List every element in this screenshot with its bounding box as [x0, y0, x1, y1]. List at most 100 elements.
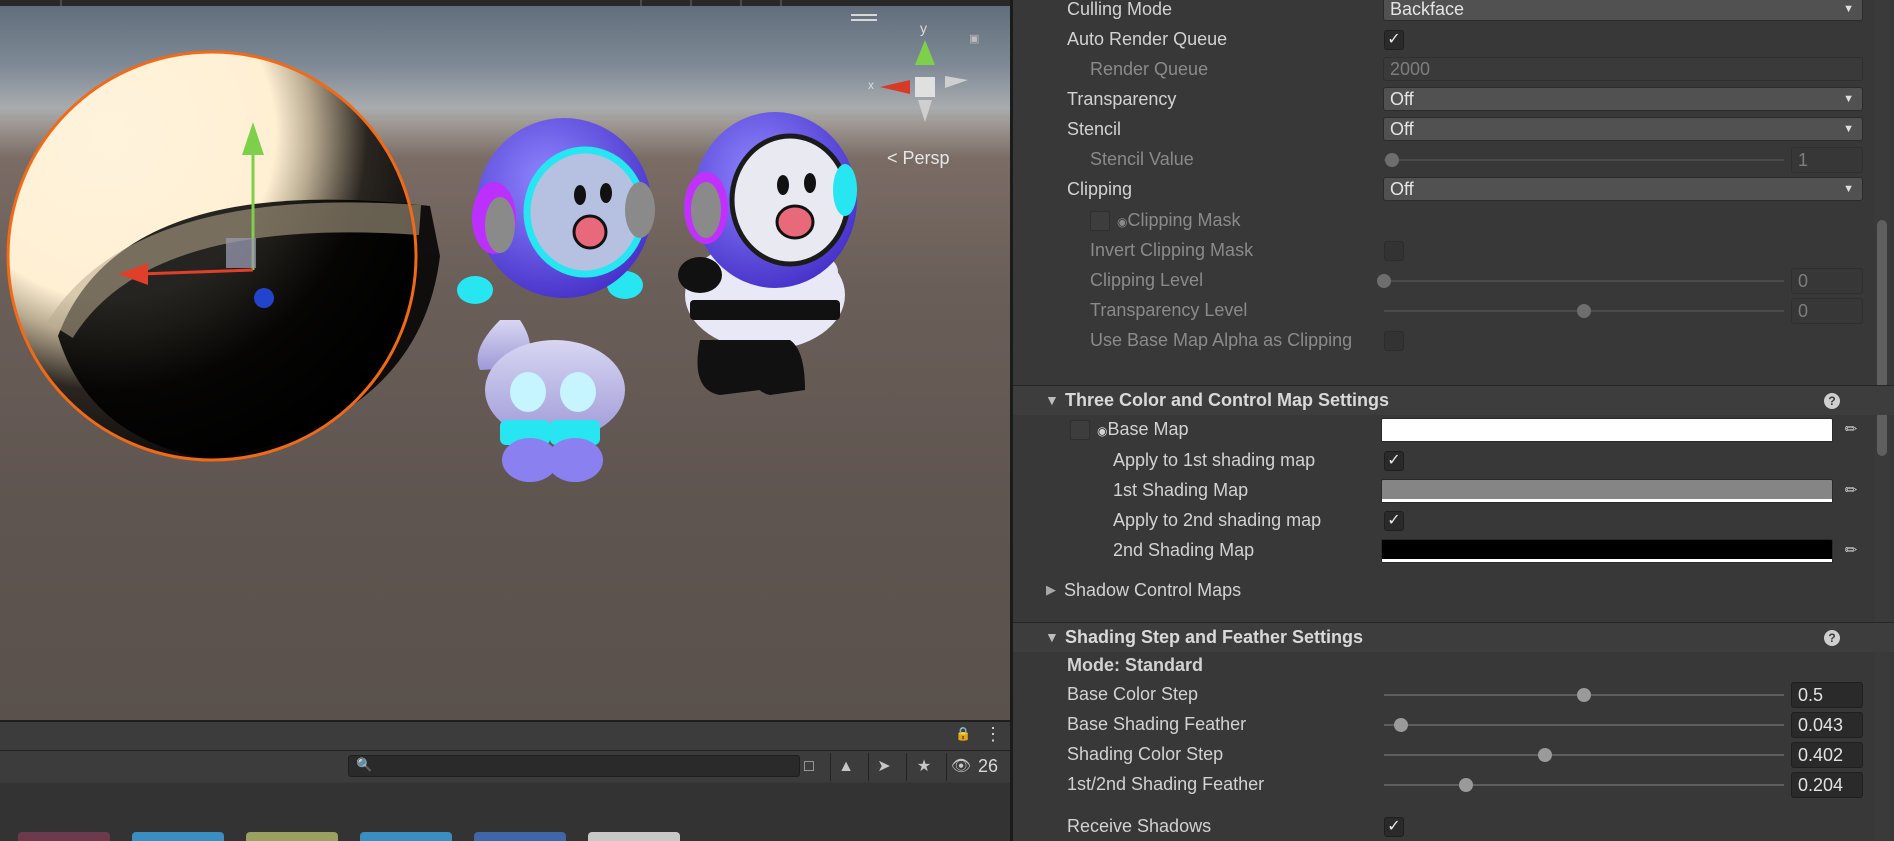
clipping-level-slider [1377, 274, 1784, 288]
hidden-packages-eye-icon[interactable]: 👁 [950, 755, 972, 779]
mode-row: Mode: Standard [1013, 651, 1873, 681]
shading-feather-12-label: 1st/2nd Shading Feather [1067, 774, 1265, 794]
clipping-dropdown[interactable]: Off ▼ [1383, 177, 1863, 201]
culling-mode-dropdown[interactable]: Backface ▼ [1383, 0, 1863, 21]
transparency-dropdown[interactable]: Off ▼ [1383, 87, 1863, 111]
section-title: Three Color and Control Map Settings [1065, 390, 1390, 410]
eyedropper-icon[interactable]: ✏ [1839, 480, 1863, 502]
selected-sphere[interactable] [6, 50, 440, 462]
three-color-section-header[interactable]: ▼ Three Color and Control Map Settings ? [1013, 385, 1894, 415]
render-queue-row: Render Queue 2000 [1013, 55, 1873, 85]
stencil-value: Off [1390, 119, 1414, 139]
shading-color-step-slider[interactable] [1384, 748, 1784, 762]
render-queue-value: 2000 [1390, 59, 1431, 79]
overlay-menu-icon[interactable] [851, 14, 877, 24]
search-input[interactable]: 🔍 [348, 755, 800, 777]
slider-knob[interactable] [1385, 153, 1399, 167]
alpha-bar [1382, 438, 1832, 441]
slider-knob[interactable] [1537, 748, 1552, 762]
help-icon[interactable]: ? [1824, 630, 1840, 646]
stencil-value-field: 1 [1791, 147, 1863, 173]
base-map-texture-slot[interactable] [1070, 420, 1090, 440]
more-options-icon[interactable]: ⋮ [984, 724, 1002, 745]
receive-shadows-checkbox[interactable]: ✓ [1384, 817, 1404, 837]
asset-thumbnail[interactable] [360, 832, 452, 841]
character-right[interactable] [678, 112, 857, 395]
projection-label: Persp [902, 148, 950, 168]
favorite-star-icon[interactable]: ★ [910, 755, 938, 779]
checkmark-icon: ✓ [1387, 818, 1401, 835]
asset-thumbnail[interactable] [588, 832, 680, 841]
apply-1st-checkbox[interactable]: ✓ [1384, 451, 1404, 471]
stencil-row: Stencil Off ▼ [1013, 115, 1873, 145]
base-shading-feather-label: Base Shading Feather [1067, 714, 1247, 734]
second-shading-map-row: 2nd Shading Map ✏ [1013, 536, 1873, 566]
render-queue-field: 2000 [1383, 57, 1863, 81]
transparency-level-slider [1384, 304, 1784, 318]
asset-thumbnail[interactable] [246, 832, 338, 841]
auto-render-queue-checkbox[interactable]: ✓ [1384, 30, 1404, 50]
use-base-map-alpha-label: Use Base Map Alpha as Clipping [1090, 330, 1353, 350]
first-shading-color-field[interactable] [1381, 479, 1833, 503]
first-shading-map-row: 1st Shading Map ✏ [1013, 476, 1873, 506]
base-color-step-field[interactable]: 0.5 [1791, 682, 1863, 708]
help-icon[interactable]: ? [1824, 393, 1840, 409]
object-picker-icon[interactable]: ◉ [1097, 424, 1107, 438]
search-options-icon[interactable]: □ [795, 755, 823, 779]
checkmark-icon: ✓ [1387, 512, 1401, 529]
shading-feather-12-slider[interactable] [1384, 778, 1784, 792]
transparency-level-row: Transparency Level 0 [1013, 296, 1873, 326]
shadow-control-maps-foldout[interactable]: ▶ Shadow Control Maps [1013, 576, 1873, 606]
base-map-row: ◉Base Map ✏ [1013, 415, 1873, 445]
clipping-level-row: Clipping Level 0 [1013, 266, 1873, 296]
slider-knob [1577, 304, 1591, 318]
eyedropper-icon[interactable]: ✏ [1839, 540, 1863, 562]
apply-2nd-checkbox[interactable]: ✓ [1384, 511, 1404, 531]
culling-mode-label: Culling Mode [1067, 0, 1173, 19]
shading-color-step-label: Shading Color Step [1067, 744, 1224, 764]
base-shading-feather-slider[interactable] [1384, 718, 1784, 732]
slider-knob[interactable] [1394, 718, 1409, 732]
base-map-color-field[interactable] [1381, 418, 1833, 442]
lock-icon[interactable]: 🔒 [955, 726, 971, 742]
eyedropper-icon[interactable]: ✏ [1839, 419, 1863, 441]
base-map-text: Base Map [1107, 419, 1189, 439]
chevron-down-icon: ▼ [1843, 123, 1854, 135]
shading-feather-12-number: 0.204 [1798, 775, 1844, 795]
base-color-step-row: Base Color Step 0.5 [1013, 680, 1873, 710]
asset-thumbnail[interactable] [132, 832, 224, 841]
gizmo-lock-icon[interactable]: ▣ [969, 32, 981, 45]
slider-knob[interactable] [1458, 778, 1473, 792]
character-left[interactable] [457, 118, 655, 482]
invert-clipping-mask-row: Invert Clipping Mask [1013, 236, 1873, 266]
second-shading-color-field[interactable] [1381, 539, 1833, 563]
shading-color-step-field[interactable]: 0.402 [1791, 742, 1863, 768]
asset-thumbnail[interactable] [18, 832, 110, 841]
project-panel-header: 🔒 ⋮ [0, 720, 1010, 750]
hidden-packages-count: 26 [978, 756, 999, 776]
first-shading-map-label: 1st Shading Map [1113, 480, 1249, 500]
transparency-row: Transparency Off ▼ [1013, 85, 1873, 115]
shadow-control-maps-label: Shadow Control Maps [1064, 580, 1242, 600]
slider-knob[interactable] [1577, 688, 1591, 702]
shading-feather-12-field[interactable]: 0.204 [1791, 772, 1863, 798]
inspector-scrollbar-thumb[interactable] [1877, 220, 1887, 456]
stencil-dropdown[interactable]: Off ▼ [1383, 117, 1863, 141]
base-shading-feather-field[interactable]: 0.043 [1791, 712, 1863, 738]
stencil-value-number: 1 [1798, 150, 1809, 170]
scene-render [6, 40, 968, 482]
scene-view[interactable]: ▣ y x < Persp [0, 0, 1010, 720]
invert-clipping-mask-checkbox [1384, 241, 1404, 261]
base-color-step-slider[interactable] [1384, 688, 1784, 702]
stencil-value-slider[interactable] [1384, 153, 1784, 167]
orientation-gizmo[interactable] [880, 40, 968, 122]
stencil-value-row: Stencil Value 1 [1013, 145, 1873, 175]
chevron-down-icon: ▼ [1843, 183, 1854, 195]
projection-toggle[interactable]: < Persp [887, 148, 950, 169]
filter-by-type-icon[interactable]: ▲ [832, 755, 860, 779]
alpha-bar [1382, 559, 1832, 562]
search-field[interactable] [371, 757, 791, 775]
filter-by-label-icon[interactable]: ➤ [870, 755, 898, 779]
asset-thumbnail[interactable] [474, 832, 566, 841]
shading-step-section-header[interactable]: ▼ Shading Step and Feather Settings ? [1013, 622, 1894, 652]
